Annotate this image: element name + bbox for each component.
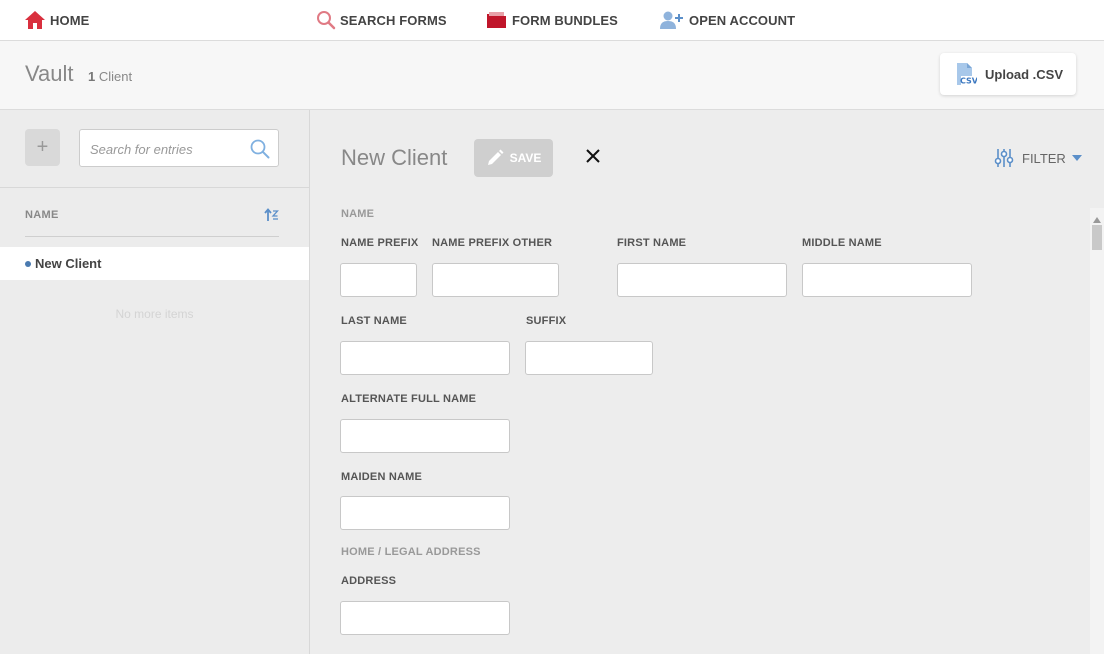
maiden-name-label: MAIDEN NAME <box>341 471 423 483</box>
save-button[interactable]: SAVE <box>474 139 553 177</box>
last-name-label: LAST NAME <box>341 315 407 327</box>
form-title: New Client <box>341 145 448 170</box>
sort-icon[interactable] <box>264 208 280 227</box>
csv-file-icon: CSV <box>955 62 977 86</box>
search-icon <box>316 10 336 30</box>
section-name-heading: NAME <box>341 208 375 220</box>
scrollbar-thumb[interactable] <box>1092 225 1102 250</box>
top-navigation: HOME SEARCH FORMS FORM BUNDLES OPEN ACCO… <box>0 0 1104 41</box>
client-count: 1 Client <box>88 69 132 84</box>
save-button-label: SAVE <box>509 151 542 165</box>
suffix-label: SUFFIX <box>526 315 567 327</box>
entry-form-panel: New Client SAVE FILTER NAME NAME PREFIX … <box>310 110 1104 654</box>
nav-search-forms[interactable]: SEARCH FORMS <box>316 0 447 40</box>
filter-label: FILTER <box>1022 150 1066 166</box>
folder-icon <box>486 11 508 29</box>
column-divider <box>25 236 279 237</box>
empty-list-text: No more items <box>115 307 194 321</box>
upload-csv-button[interactable]: CSV Upload .CSV <box>940 53 1076 95</box>
entries-search <box>79 129 279 167</box>
alternate-full-name-label: ALTERNATE FULL NAME <box>341 393 477 405</box>
pencil-icon <box>486 149 504 167</box>
first-name-label: FIRST NAME <box>617 237 687 249</box>
address-label: ADDRESS <box>341 575 397 587</box>
name-prefix-field[interactable] <box>340 263 417 297</box>
status-dot <box>25 260 31 267</box>
chevron-down-icon <box>1071 155 1082 161</box>
nav-home[interactable]: HOME <box>24 0 89 40</box>
nav-home-label: HOME <box>50 12 90 28</box>
name-prefix-other-field[interactable] <box>432 263 559 297</box>
form-scrollbar[interactable] <box>1090 208 1104 654</box>
maiden-name-field[interactable] <box>340 496 510 530</box>
client-count-number: 1 <box>88 69 96 84</box>
client-count-label: Client <box>98 69 133 84</box>
search-icon[interactable] <box>250 139 270 164</box>
filter-dropdown[interactable]: FILTER <box>994 148 1082 168</box>
close-icon <box>586 148 600 168</box>
alternate-full-name-field[interactable] <box>340 419 510 453</box>
divider <box>0 187 309 188</box>
address-field[interactable] <box>340 601 510 635</box>
plus-icon: + <box>36 136 49 158</box>
sliders-icon <box>994 148 1014 168</box>
add-entry-button[interactable]: + <box>25 129 60 166</box>
svg-text:CSV: CSV <box>960 77 977 86</box>
last-name-field[interactable] <box>340 341 510 375</box>
middle-name-label: MIDDLE NAME <box>802 237 882 249</box>
suffix-field[interactable] <box>525 341 653 375</box>
close-button[interactable] <box>583 148 603 168</box>
add-user-icon <box>659 10 685 30</box>
list-item[interactable]: New Client <box>0 247 309 280</box>
first-name-field[interactable] <box>617 263 787 297</box>
entries-sidebar: + NAME New Client No more items <box>0 110 310 654</box>
nav-search-forms-label: SEARCH FORMS <box>340 12 447 28</box>
column-header-name[interactable]: NAME <box>25 209 59 221</box>
search-input[interactable] <box>90 139 240 159</box>
upload-csv-label: Upload .CSV <box>985 66 1064 82</box>
name-prefix-other-label: NAME PREFIX OTHER <box>432 237 553 249</box>
vault-header: Vault 1 Client CSV Upload .CSV <box>0 41 1104 110</box>
nav-form-bundles[interactable]: FORM BUNDLES <box>486 0 618 40</box>
nav-open-account[interactable]: OPEN ACCOUNT <box>659 0 795 40</box>
section-address-heading: HOME / LEGAL ADDRESS <box>341 546 481 558</box>
home-icon <box>24 10 46 30</box>
name-prefix-label: NAME PREFIX <box>341 237 419 249</box>
nav-open-account-label: OPEN ACCOUNT <box>689 12 796 28</box>
nav-form-bundles-label: FORM BUNDLES <box>512 12 618 28</box>
page-title: Vault <box>25 61 74 86</box>
list-item-label: New Client <box>35 256 102 271</box>
middle-name-field[interactable] <box>802 263 972 297</box>
